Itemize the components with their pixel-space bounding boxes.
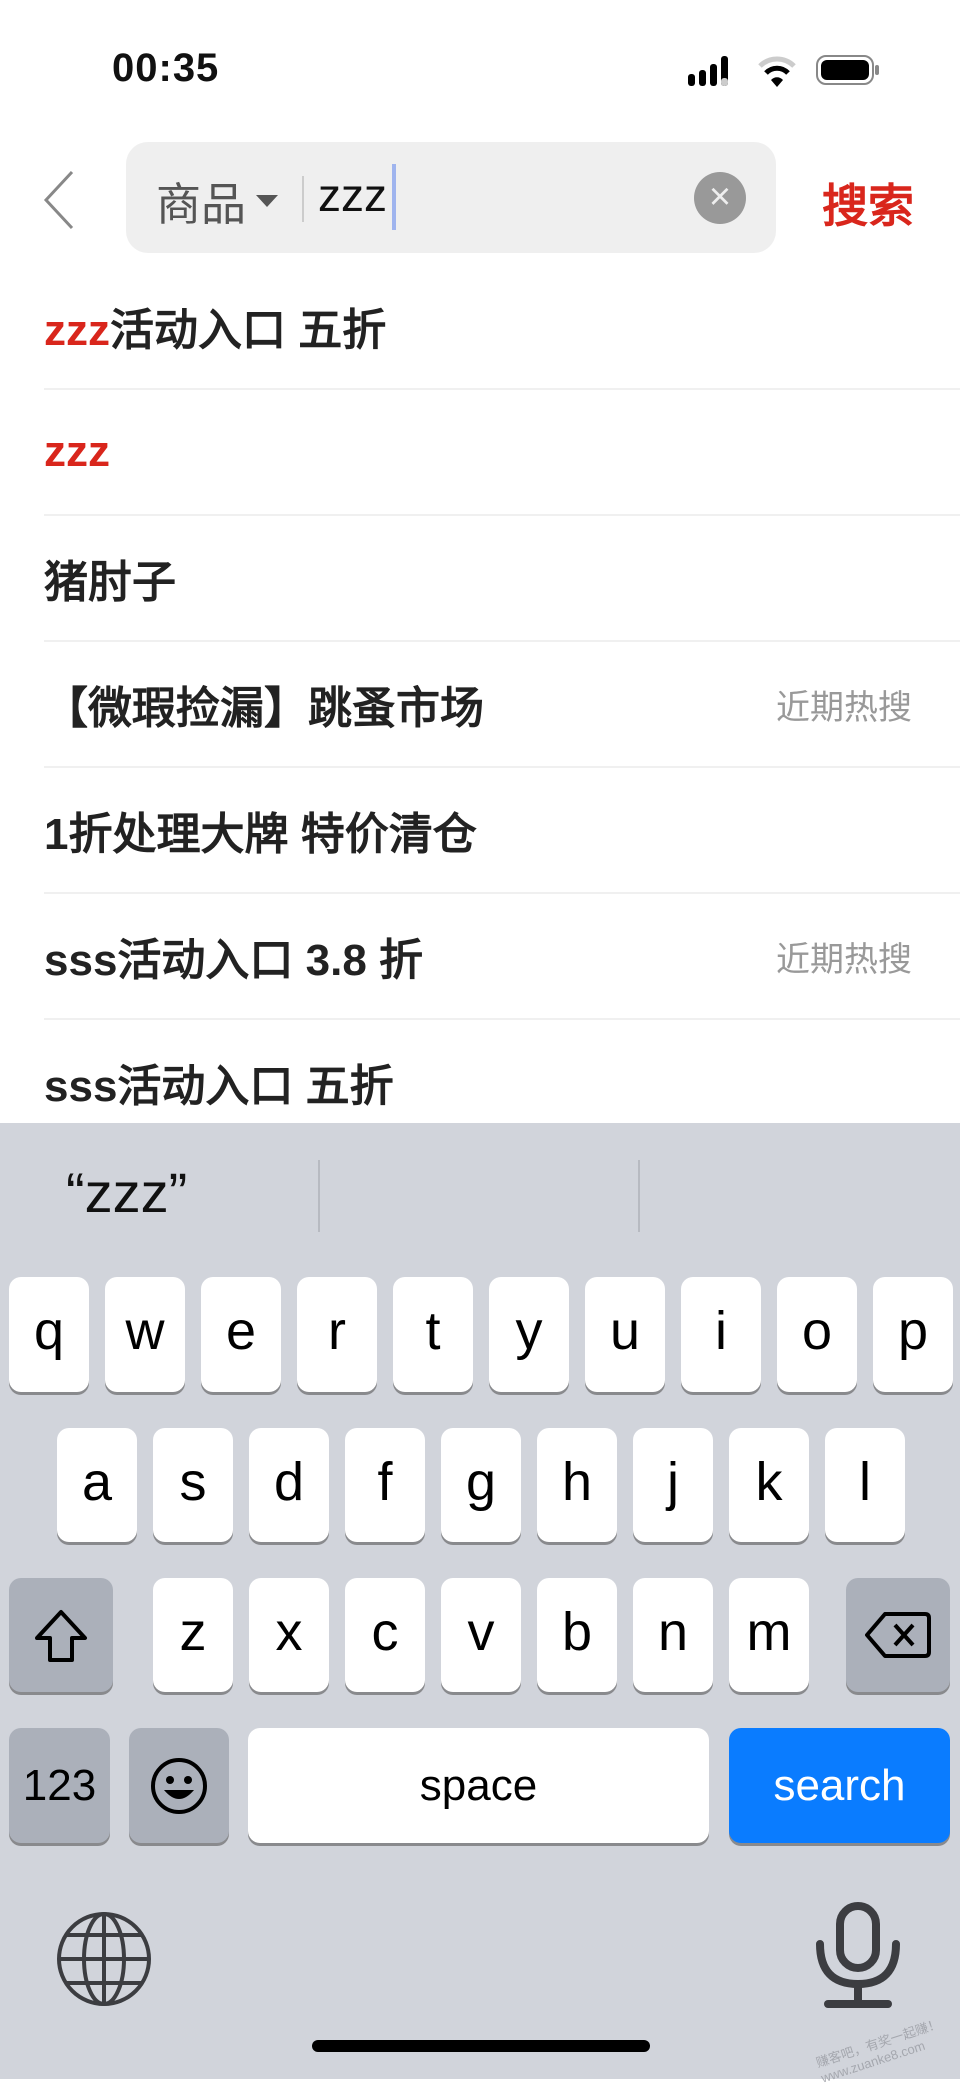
suggestion-text: sss活动入口 3.8 折 [44, 924, 423, 988]
clear-icon[interactable]: × [694, 172, 746, 224]
key-m[interactable]: m [729, 1578, 809, 1692]
key-x[interactable]: x [249, 1578, 329, 1692]
emoji-icon [151, 1758, 207, 1814]
backspace-icon [865, 1612, 931, 1658]
suggestion-text: 猪肘子 [44, 546, 176, 610]
backspace-key[interactable] [846, 1578, 950, 1692]
shift-icon [35, 1610, 87, 1662]
key-t[interactable]: t [393, 1277, 473, 1392]
key-w[interactable]: w [105, 1277, 185, 1392]
suggestion-item[interactable]: zzz [44, 390, 960, 516]
suggestion-text: sss活动入口 五折 [44, 1050, 394, 1114]
key-s[interactable]: s [153, 1428, 233, 1542]
key-n[interactable]: n [633, 1578, 713, 1692]
key-o[interactable]: o [777, 1277, 857, 1392]
category-dropdown[interactable]: 商品 [156, 168, 279, 233]
emoji-key[interactable] [129, 1728, 229, 1843]
suggestion-text: zzz [44, 427, 110, 477]
suggestion-rest: 活动入口 五折 [110, 306, 387, 355]
category-label: 商品 [156, 179, 247, 230]
suggestion-highlight: zzz [44, 427, 110, 476]
key-k[interactable]: k [729, 1428, 809, 1542]
shift-key[interactable] [9, 1578, 113, 1692]
signal-icon [688, 56, 728, 86]
caret-down-icon [256, 194, 279, 207]
suggestion-text: 【微瑕捡漏】跳蚤市场 [44, 672, 484, 736]
key-b[interactable]: b [537, 1578, 617, 1692]
suggestion-text: zzz活动入口 五折 [44, 294, 386, 358]
key-y[interactable]: y [489, 1277, 569, 1392]
key-i[interactable]: i [681, 1277, 761, 1392]
key-j[interactable]: j [633, 1428, 713, 1542]
suggestion-rest: 猪肘子 [44, 558, 176, 607]
key-v[interactable]: v [441, 1578, 521, 1692]
status-icons [688, 55, 879, 87]
home-indicator[interactable] [312, 2040, 650, 2052]
suggestion-rest: sss活动入口 五折 [44, 1062, 394, 1111]
hot-search-tag: 近期热搜 [776, 688, 912, 727]
suggestion-rest: 【微瑕捡漏】跳蚤市场 [44, 684, 484, 733]
search-input[interactable]: zzz [318, 168, 387, 222]
space-key[interactable]: space [248, 1728, 709, 1843]
prediction-item[interactable]: “zzz” [66, 1160, 187, 1225]
key-p[interactable]: p [873, 1277, 953, 1392]
numbers-key[interactable]: 123 [9, 1728, 110, 1843]
search-bar[interactable]: 商品 zzz × [126, 142, 776, 253]
prediction-divider [638, 1160, 640, 1232]
key-h[interactable]: h [537, 1428, 617, 1542]
wifi-icon [758, 56, 796, 87]
search-key[interactable]: search [729, 1728, 950, 1843]
key-z[interactable]: z [153, 1578, 233, 1692]
back-icon[interactable] [40, 168, 80, 232]
key-f[interactable]: f [345, 1428, 425, 1542]
key-c[interactable]: c [345, 1578, 425, 1692]
globe-icon[interactable] [55, 1910, 153, 2008]
search-button[interactable]: 搜索 [822, 170, 914, 236]
key-r[interactable]: r [297, 1277, 377, 1392]
key-e[interactable]: e [201, 1277, 281, 1392]
key-l[interactable]: l [825, 1428, 905, 1542]
key-a[interactable]: a [57, 1428, 137, 1542]
key-d[interactable]: d [249, 1428, 329, 1542]
battery-icon [816, 55, 879, 85]
status-time: 00:35 [112, 46, 220, 90]
suggestion-item[interactable]: 【微瑕捡漏】跳蚤市场 近期热搜 [44, 642, 960, 768]
microphone-icon[interactable] [810, 1900, 906, 2012]
divider [302, 176, 304, 222]
suggestion-rest: 1折处理大牌 特价清仓 [44, 810, 477, 859]
suggestion-item[interactable]: 1折处理大牌 特价清仓 [44, 768, 960, 894]
suggestion-item[interactable]: zzz活动入口 五折 [44, 264, 960, 390]
prediction-divider [318, 1160, 320, 1232]
suggestion-highlight: zzz [44, 306, 110, 355]
suggestion-rest: sss活动入口 3.8 折 [44, 936, 424, 985]
key-u[interactable]: u [585, 1277, 665, 1392]
key-g[interactable]: g [441, 1428, 521, 1542]
suggestion-item[interactable]: sss活动入口 3.8 折 近期热搜 [44, 894, 960, 1020]
text-cursor [392, 164, 396, 230]
suggestion-text: 1折处理大牌 特价清仓 [44, 798, 477, 862]
hot-search-tag: 近期热搜 [776, 940, 912, 979]
suggestion-item[interactable]: 猪肘子 [44, 516, 960, 642]
key-q[interactable]: q [9, 1277, 89, 1392]
